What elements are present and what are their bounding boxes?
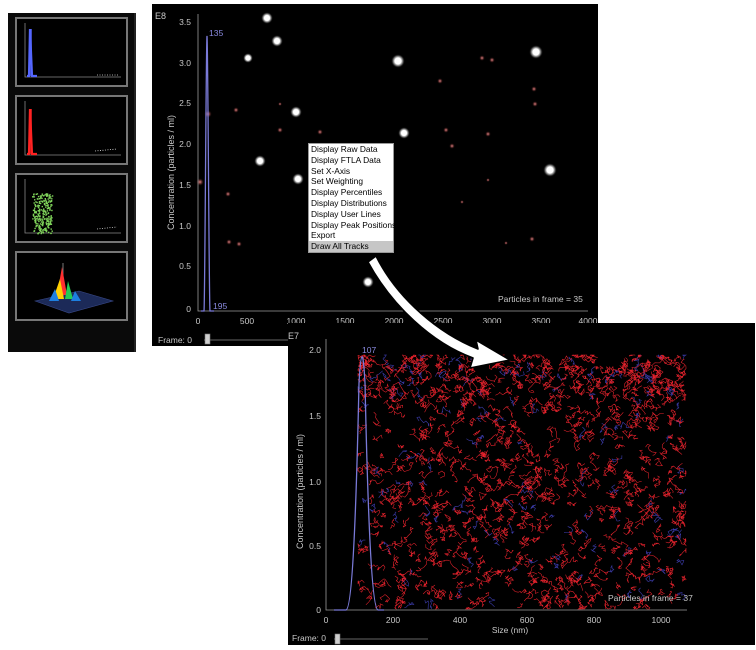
menu-item-set-x-axis[interactable]: Set X-Axis bbox=[309, 166, 393, 177]
arrow-icon bbox=[367, 255, 511, 369]
menu-item-display-distributions[interactable]: Display Distributions bbox=[309, 198, 393, 209]
menu-item-draw-all-tracks[interactable]: Draw All Tracks bbox=[309, 241, 393, 252]
menu-item-display-user-lines[interactable]: Display User Lines bbox=[309, 209, 393, 220]
menu-item-set-weighting[interactable]: Set Weighting bbox=[309, 176, 393, 187]
context-menu: Display Raw Data Display FTLA Data Set X… bbox=[308, 143, 396, 253]
menu-item-display-ftla-data[interactable]: Display FTLA Data bbox=[309, 155, 393, 166]
menu-item-export[interactable]: Export bbox=[309, 230, 393, 241]
menu-item-display-peak-positions[interactable]: Display Peak Positions bbox=[309, 220, 396, 231]
transition-arrow bbox=[367, 255, 511, 369]
menu-item-display-raw-data[interactable]: Display Raw Data bbox=[309, 144, 393, 155]
menu-item-display-percentiles[interactable]: Display Percentiles bbox=[309, 187, 393, 198]
